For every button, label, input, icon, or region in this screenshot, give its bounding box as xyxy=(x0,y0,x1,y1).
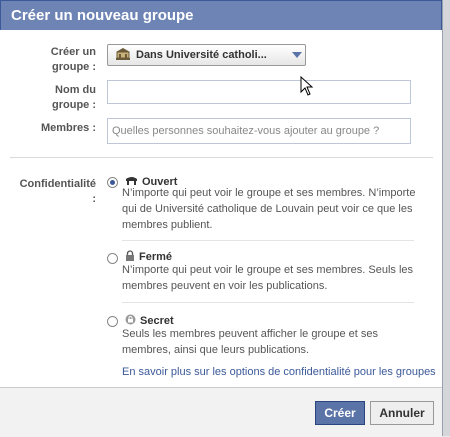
dialog-footer: Créer Annuler xyxy=(0,387,442,437)
privacy-radio-closed[interactable] xyxy=(107,253,118,264)
privacy-option-secret-desc: Seuls les membres peuvent afficher le gr… xyxy=(122,326,422,358)
divider xyxy=(10,157,433,158)
privacy-label: Confidentialité : xyxy=(20,177,96,207)
cancel-button[interactable]: Annuler xyxy=(370,401,434,425)
desc-line: membres, ainsi que leurs publications. xyxy=(122,344,310,356)
desc-line: N’importe qui peut voir le groupe et ses… xyxy=(122,264,414,276)
privacy-label-line1: Confidentialité xyxy=(19,178,96,190)
dialog-titlebar: Créer un nouveau groupe xyxy=(0,0,442,30)
privacy-radio-open[interactable] xyxy=(107,177,118,188)
school-icon xyxy=(116,47,130,63)
desc-line: membres peuvent en voir les publications… xyxy=(122,280,328,292)
dialog-title: Créer un nouveau groupe xyxy=(11,7,194,24)
create-group-label-line2: groupe : xyxy=(52,61,96,73)
background-page xyxy=(443,0,450,436)
create-group-dialog: Créer un nouveau groupe Créer un groupe … xyxy=(0,0,443,437)
group-network-select[interactable]: Dans Université catholi... xyxy=(107,44,306,66)
desc-line: Seuls les membres peuvent afficher le gr… xyxy=(122,328,378,340)
option-divider xyxy=(122,240,414,241)
option-divider xyxy=(122,302,414,303)
chevron-down-icon xyxy=(292,52,302,58)
members-label: Membres : xyxy=(40,122,96,134)
mouse-cursor-icon xyxy=(300,75,314,99)
create-group-label-line1: Créer un xyxy=(50,46,96,58)
create-group-label: Créer un groupe : xyxy=(51,45,96,75)
group-network-value: Dans Université catholi... xyxy=(136,49,267,61)
privacy-option-closed-desc: N’importe qui peut voir le groupe et ses… xyxy=(122,262,422,294)
create-button[interactable]: Créer xyxy=(315,401,365,425)
group-name-input[interactable] xyxy=(107,80,411,104)
group-name-label: Nom du groupe : xyxy=(52,83,96,113)
privacy-label-line2: : xyxy=(92,193,96,205)
privacy-option-open-desc: N’importe qui peut voir le groupe et ses… xyxy=(122,185,422,233)
group-name-label-line1: Nom du xyxy=(55,84,96,96)
group-name-label-line2: groupe : xyxy=(52,99,96,111)
desc-line: membres publient. xyxy=(122,219,213,231)
privacy-radio-secret[interactable] xyxy=(107,316,118,327)
desc-line: N’importe qui peut voir le groupe et ses… xyxy=(122,187,416,199)
members-input[interactable] xyxy=(107,118,411,144)
desc-line: qui de Université catholique de Louvain … xyxy=(122,203,413,215)
privacy-learn-more-link[interactable]: En savoir plus sur les options de confid… xyxy=(122,366,436,378)
